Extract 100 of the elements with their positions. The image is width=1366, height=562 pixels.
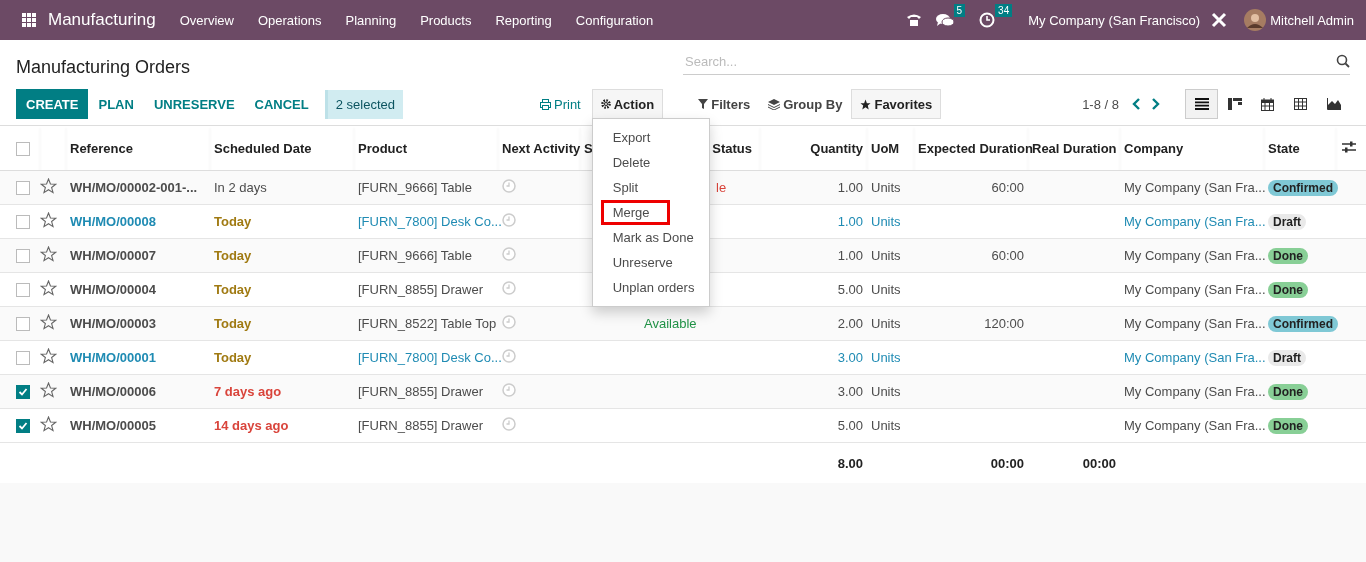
previous-icon[interactable]: [1131, 97, 1141, 111]
column-header[interactable]: Company: [1124, 140, 1184, 156]
table-cell: 3.00: [837, 384, 863, 399]
table-cell: [FURN_8855] Drawer: [358, 282, 483, 297]
table-cell: 120:00: [984, 316, 1024, 331]
user-name[interactable]: Mitchell Admin: [1270, 12, 1354, 28]
star-outline-icon[interactable]: [40, 212, 57, 228]
search-icon[interactable]: [1336, 54, 1350, 68]
state-badge: Done: [1268, 282, 1308, 298]
menu-item[interactable]: Operations: [245, 12, 334, 28]
table-cell: WH/MO/00004: [70, 282, 156, 297]
table-cell: WH/MO/00005: [70, 418, 156, 433]
menu-item[interactable]: Overview: [167, 12, 246, 28]
table-cell: WH/MO/00006: [70, 384, 156, 399]
table-cell: 5.00: [837, 282, 863, 297]
printer-icon: [540, 98, 551, 110]
table-cell: [FURN_8522] Table Top: [358, 316, 497, 331]
column-header[interactable]: Real Duration: [1032, 140, 1117, 156]
page-title: Manufacturing Orders: [16, 57, 191, 78]
table-cell: My Company (San Fra...: [1124, 316, 1266, 331]
star-outline-icon[interactable]: [40, 314, 57, 330]
column-header[interactable]: Reference: [70, 140, 133, 156]
column-header[interactable]: Status: [712, 140, 752, 156]
row-checkbox[interactable]: [16, 317, 30, 332]
menu-option[interactable]: Delete: [600, 150, 701, 175]
star-outline-icon[interactable]: [40, 178, 57, 194]
state-badge: Done: [1268, 248, 1308, 264]
table-cell: [FURN_8855] Drawer: [358, 418, 483, 433]
table-cell: Units: [871, 180, 901, 195]
menu-item[interactable]: Products: [408, 12, 484, 28]
menu-option[interactable]: Unplan orders: [600, 275, 701, 300]
action-button[interactable]: UNRESERVE: [143, 89, 245, 119]
expected-duration-total: 00:00: [990, 455, 1024, 471]
row-checkbox[interactable]: [16, 215, 30, 230]
star-outline-icon[interactable]: [40, 280, 57, 296]
table-cell: 60:00: [991, 180, 1024, 195]
table-cell: In 2 days: [214, 180, 267, 195]
state-badge: Confirmed: [1268, 180, 1338, 196]
menu-option[interactable]: Merge: [600, 200, 670, 225]
table-cell: 14 days ago: [214, 418, 289, 433]
sliders-icon[interactable]: [1342, 140, 1356, 153]
menu-item[interactable]: Reporting: [483, 12, 564, 28]
table-cell: 7 days ago: [214, 384, 282, 399]
user-avatar[interactable]: [1244, 9, 1267, 31]
list-view-button[interactable]: [1185, 89, 1218, 119]
phone-icon[interactable]: [905, 12, 922, 28]
row-checkbox[interactable]: [16, 181, 30, 196]
menu-option[interactable]: Unreserve: [600, 250, 701, 275]
menu-option[interactable]: Export: [600, 125, 701, 150]
table-cell: Units: [871, 350, 901, 365]
star-icon: [860, 98, 872, 110]
star-outline-icon[interactable]: [40, 416, 57, 432]
table-cell: 1.00: [837, 214, 863, 229]
menu-option[interactable]: Split: [600, 175, 701, 200]
selection-count: 2 selected: [324, 89, 403, 119]
message-count-badge: 5: [953, 4, 966, 17]
column-header[interactable]: Scheduled Date: [214, 140, 312, 156]
select-all-checkbox[interactable]: [16, 141, 30, 156]
table-cell: My Company (San Fra...: [1124, 384, 1266, 399]
column-header[interactable]: State: [1268, 140, 1300, 156]
menu-item[interactable]: Configuration: [563, 12, 666, 28]
app-name[interactable]: Manufacturing: [48, 10, 156, 30]
table-cell: [FURN_7800] Desk Co...: [358, 214, 502, 229]
filters-button[interactable]: Filters: [689, 89, 760, 119]
favorites-button[interactable]: Favorites: [851, 89, 942, 119]
star-outline-icon[interactable]: [40, 382, 57, 398]
column-header[interactable]: S: [584, 140, 593, 156]
star-outline-icon[interactable]: [40, 348, 57, 364]
print-button[interactable]: Print: [531, 89, 590, 119]
star-outline-icon[interactable]: [40, 246, 57, 262]
area-chart-icon: [1326, 98, 1341, 110]
row-checkbox[interactable]: [16, 385, 30, 400]
action-button[interactable]: CANCEL: [244, 89, 319, 119]
column-header[interactable]: Next Activity: [502, 140, 581, 156]
column-header[interactable]: UoM: [871, 140, 900, 156]
activity-count-badge: 34: [995, 4, 1013, 17]
group-by-button[interactable]: Group By: [759, 89, 852, 119]
action-button[interactable]: PLAN: [88, 89, 144, 119]
next-icon[interactable]: [1151, 97, 1161, 111]
menu-item[interactable]: Planning: [333, 12, 409, 28]
row-checkbox[interactable]: [16, 351, 30, 366]
column-header[interactable]: Quantity: [810, 140, 863, 156]
row-checkbox[interactable]: [16, 249, 30, 264]
create-button[interactable]: CREATE: [16, 89, 89, 119]
state-badge: Done: [1268, 418, 1308, 434]
company-switcher[interactable]: My Company (San Francisco): [1028, 12, 1201, 28]
table-cell: [FURN_8855] Drawer: [358, 384, 483, 399]
action-dropdown[interactable]: Action: [591, 89, 664, 119]
filter-icon: [698, 99, 709, 109]
column-header[interactable]: Expected Duration: [918, 140, 1033, 156]
row-checkbox[interactable]: [16, 419, 30, 434]
apps-grid-icon[interactable]: [22, 13, 36, 27]
pager-value: 1-8 / 8: [1082, 96, 1119, 112]
row-checkbox[interactable]: [16, 283, 30, 298]
column-header[interactable]: Product: [358, 140, 408, 156]
chat-icon[interactable]: [935, 12, 954, 28]
table-cell: 2.00: [837, 316, 863, 331]
menu-option[interactable]: Mark as Done: [600, 225, 701, 250]
search-field[interactable]: Search...: [683, 53, 1336, 69]
table-cell: Available: [644, 316, 697, 331]
